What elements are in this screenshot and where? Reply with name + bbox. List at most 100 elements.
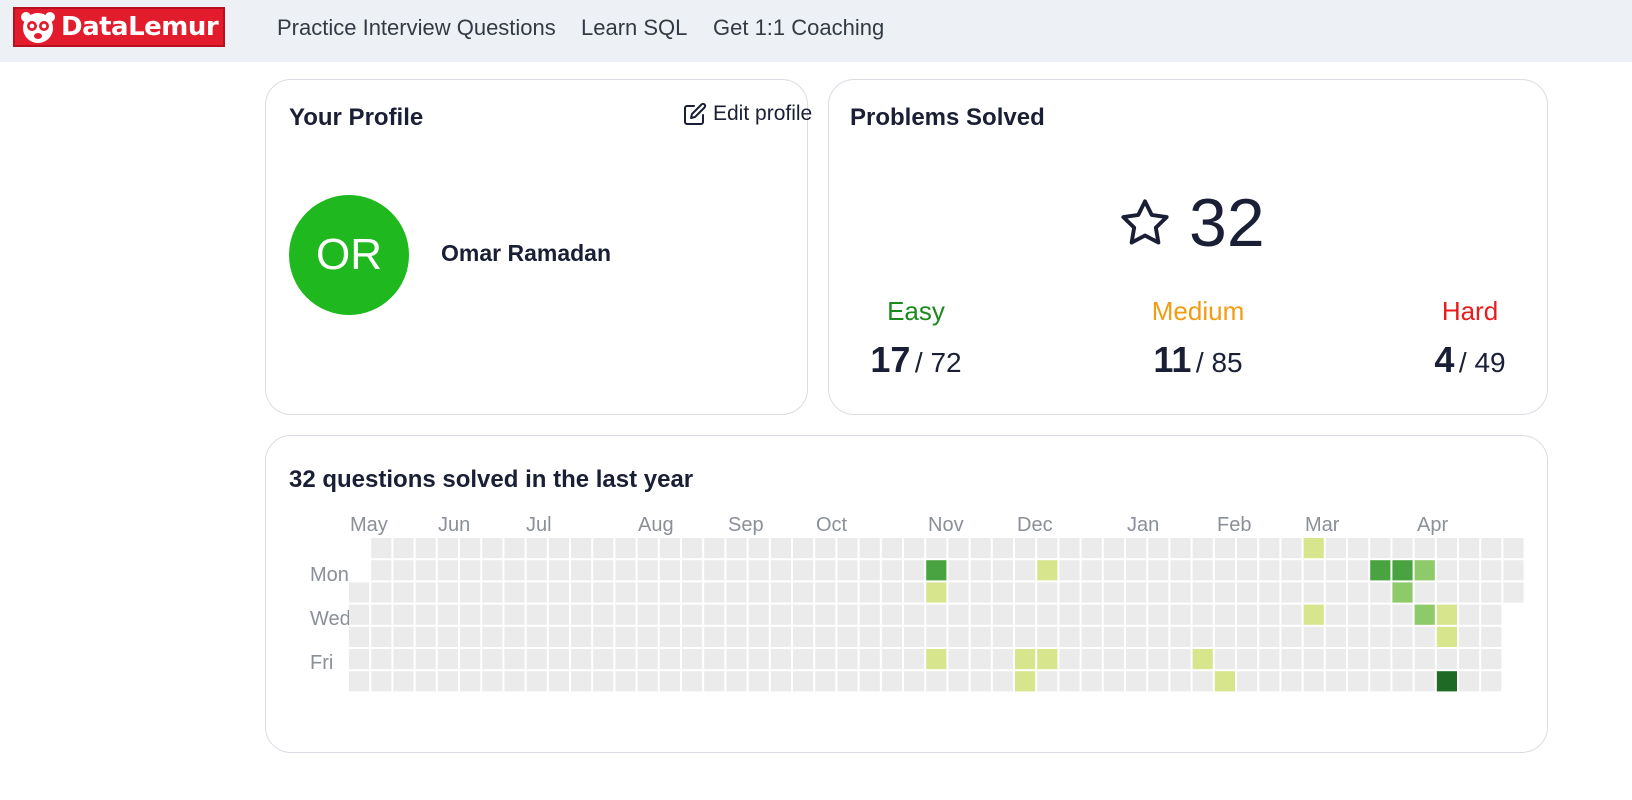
heatmap-cell[interactable] [437,671,458,692]
heatmap-cell[interactable] [637,671,658,692]
heatmap-cell[interactable] [1481,604,1502,625]
heatmap-cell[interactable] [415,582,436,603]
heatmap-cell[interactable] [1436,649,1457,670]
heatmap-cell[interactable] [948,649,969,670]
heatmap-cell-solved[interactable] [1015,671,1036,692]
heatmap-cell[interactable] [726,671,747,692]
heatmap-cell[interactable] [1148,604,1169,625]
heatmap-cell[interactable] [1459,626,1480,647]
heatmap-cell[interactable] [881,538,902,559]
heatmap-cell[interactable] [460,538,481,559]
heatmap-cell[interactable] [415,560,436,581]
nav-get-coaching[interactable]: Get 1:1 Coaching [713,15,884,41]
heatmap-cell[interactable] [1037,538,1058,559]
heatmap-cell[interactable] [1370,626,1391,647]
heatmap-cell[interactable] [1170,538,1191,559]
heatmap-cell[interactable] [1414,538,1435,559]
heatmap-cell[interactable] [704,582,725,603]
heatmap-cell[interactable] [593,671,614,692]
heatmap-cell[interactable] [1348,649,1369,670]
heatmap-cell[interactable] [682,538,703,559]
heatmap-cell[interactable] [371,560,392,581]
heatmap-cell[interactable] [793,560,814,581]
heatmap-cell[interactable] [615,538,636,559]
heatmap-cell[interactable] [1059,626,1080,647]
heatmap-cell[interactable] [970,560,991,581]
heatmap-cell[interactable] [1259,626,1280,647]
heatmap-cell[interactable] [748,560,769,581]
heatmap-cell[interactable] [1103,604,1124,625]
heatmap-cell[interactable] [1370,671,1391,692]
heatmap-cell[interactable] [1348,560,1369,581]
heatmap-cell[interactable] [393,671,414,692]
heatmap-cell[interactable] [1126,582,1147,603]
heatmap-cell[interactable] [881,626,902,647]
heatmap-cell[interactable] [726,560,747,581]
heatmap-cell[interactable] [415,538,436,559]
heatmap-cell[interactable] [437,582,458,603]
heatmap-cell-solved[interactable] [1303,604,1324,625]
heatmap-cell[interactable] [615,582,636,603]
heatmap-cell[interactable] [415,604,436,625]
heatmap-cell[interactable] [1192,671,1213,692]
heatmap-cell[interactable] [748,582,769,603]
heatmap-cell[interactable] [1037,582,1058,603]
heatmap-cell[interactable] [948,626,969,647]
heatmap-cell[interactable] [593,626,614,647]
heatmap-cell[interactable] [1259,604,1280,625]
heatmap-cell[interactable] [704,671,725,692]
heatmap-cell[interactable] [1259,671,1280,692]
heatmap-cell[interactable] [504,649,525,670]
heatmap-cell[interactable] [948,604,969,625]
heatmap-cell[interactable] [393,560,414,581]
heatmap-cell[interactable] [526,604,547,625]
heatmap-cell[interactable] [548,560,569,581]
heatmap-cell[interactable] [970,649,991,670]
heatmap-cell[interactable] [837,671,858,692]
heatmap-cell[interactable] [1237,604,1258,625]
heatmap-cell[interactable] [770,626,791,647]
heatmap-cell[interactable] [815,626,836,647]
heatmap-cell[interactable] [349,582,370,603]
heatmap-cell[interactable] [1348,538,1369,559]
heatmap-cell[interactable] [437,560,458,581]
heatmap-cell[interactable] [770,649,791,670]
heatmap-cell[interactable] [1392,538,1413,559]
heatmap-cell[interactable] [682,649,703,670]
heatmap-cell[interactable] [1459,604,1480,625]
heatmap-cell[interactable] [1325,671,1346,692]
heatmap-cell[interactable] [1126,626,1147,647]
heatmap-cell[interactable] [1303,582,1324,603]
heatmap-cell[interactable] [615,560,636,581]
nav-learn-sql[interactable]: Learn SQL [581,15,687,41]
heatmap-cell[interactable] [859,671,880,692]
heatmap-cell[interactable] [637,604,658,625]
heatmap-cell[interactable] [393,582,414,603]
heatmap-cell[interactable] [1370,649,1391,670]
heatmap-cell[interactable] [1459,582,1480,603]
heatmap-cell[interactable] [571,582,592,603]
heatmap-cell[interactable] [1037,626,1058,647]
heatmap-cell[interactable] [926,604,947,625]
heatmap-cell[interactable] [1392,671,1413,692]
heatmap-cell[interactable] [1459,560,1480,581]
heatmap-cell[interactable] [904,560,925,581]
heatmap-cell[interactable] [859,649,880,670]
heatmap-cell[interactable] [437,604,458,625]
heatmap-cell[interactable] [815,538,836,559]
heatmap-cell-solved[interactable] [926,582,947,603]
heatmap-cell[interactable] [1303,560,1324,581]
heatmap-cell[interactable] [659,604,680,625]
heatmap-cell[interactable] [748,671,769,692]
heatmap-cell[interactable] [1170,626,1191,647]
heatmap-cell[interactable] [970,604,991,625]
heatmap-cell[interactable] [770,560,791,581]
heatmap-cell[interactable] [1081,560,1102,581]
heatmap-cell[interactable] [504,582,525,603]
heatmap-cell[interactable] [526,671,547,692]
heatmap-cell[interactable] [992,538,1013,559]
heatmap-cell[interactable] [970,671,991,692]
heatmap-cell[interactable] [970,538,991,559]
heatmap-cell[interactable] [1148,671,1169,692]
heatmap-cell[interactable] [1081,671,1102,692]
